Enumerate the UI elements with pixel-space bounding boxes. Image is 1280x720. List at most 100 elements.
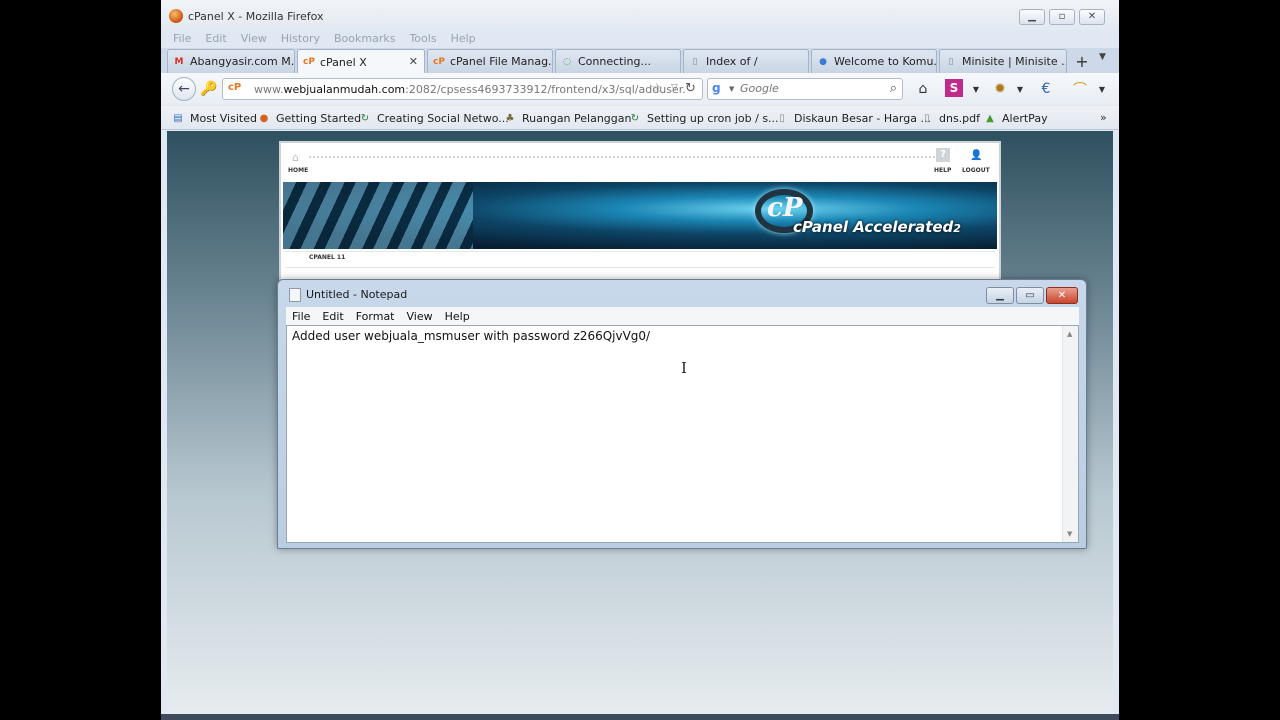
notepad-window-controls: ▁ ▭ ✕	[986, 287, 1078, 304]
url-path: :2082/cpsess4693733912/frontend/x3/sql/a…	[405, 83, 686, 96]
menu-file[interactable]: File	[173, 32, 191, 45]
menu-edit[interactable]: Edit	[205, 32, 226, 45]
home-icon[interactable]: ⌂	[912, 79, 934, 99]
menu-history[interactable]: History	[281, 32, 320, 45]
stumbleupon-icon[interactable]: S	[945, 79, 963, 97]
search-icon[interactable]: ⌕	[890, 81, 897, 96]
page-icon: ▯	[948, 56, 954, 67]
navigation-toolbar: ← 🔑 cP www.webjualanmudah.com:2082/cpses…	[161, 73, 1119, 105]
tab-label: Abangyasir.com M...	[190, 55, 295, 68]
loading-icon: ◌	[563, 56, 571, 67]
notepad-window[interactable]: Untitled - Notepad ▁ ▭ ✕ File Edit Forma…	[277, 279, 1087, 549]
close-button[interactable]: ✕	[1079, 9, 1105, 25]
notepad-text-content[interactable]: Added user webjuala_msmuser with passwor…	[292, 329, 650, 343]
tab-minisite[interactable]: ▯ Minisite | Minisite ...	[939, 49, 1067, 73]
notepad-text-area[interactable]: Added user webjuala_msmuser with passwor…	[286, 325, 1079, 543]
notepad-scrollbar[interactable]: ▲ ▼	[1062, 326, 1078, 542]
gear-icon[interactable]: ✹	[989, 79, 1011, 99]
minimize-icon: ▁	[1028, 11, 1036, 22]
notepad-menu-help[interactable]: Help	[445, 310, 470, 323]
notepad-maximize-button[interactable]: ▭	[1016, 287, 1044, 304]
bookmark-label: Ruangan Pelanggan	[522, 111, 632, 125]
bookmark-creating-social-network[interactable]: ↻ Creating Social Netwo...	[358, 111, 509, 125]
page-icon: ▯	[692, 56, 698, 67]
tab-welcome-komu[interactable]: ● Welcome to Komu...	[811, 49, 937, 73]
bookmarks-overflow-button[interactable]: »	[1100, 111, 1107, 124]
back-button[interactable]: ←	[172, 77, 196, 101]
close-icon: ✕	[1087, 11, 1097, 22]
notepad-menu-file[interactable]: File	[292, 310, 310, 323]
close-icon: ✕	[1057, 290, 1067, 301]
notepad-title: Untitled - Notepad	[306, 288, 408, 301]
notepad-menu-format[interactable]: Format	[356, 310, 395, 323]
help-icon[interactable]: ?	[936, 148, 950, 162]
search-bar[interactable]: g ▼ ⌕	[707, 78, 903, 100]
bookmark-getting-started[interactable]: ● Getting Started	[257, 111, 361, 125]
cpanel-top-nav: ⌂ HOME ? HELP 👤 LOGOUT	[285, 147, 995, 181]
minimize-button[interactable]: ▁	[1019, 9, 1045, 25]
text-cursor-icon: I	[681, 359, 687, 377]
rainbow-icon[interactable]: ⌒	[1069, 79, 1091, 99]
new-tab-button[interactable]: +	[1071, 51, 1093, 71]
alertpay-icon: ▲	[986, 112, 994, 124]
notepad-close-button[interactable]: ✕	[1046, 287, 1078, 304]
tab-cpanel-x[interactable]: cP cPanel X ✕	[297, 49, 425, 74]
notepad-menu-edit[interactable]: Edit	[322, 310, 343, 323]
addon-dropdown-icon[interactable]: ▼	[965, 79, 987, 99]
menu-view[interactable]: View	[241, 32, 267, 45]
google-icon[interactable]: g	[712, 81, 728, 97]
bookmark-ruangan-pelanggan[interactable]: ♣ Ruangan Pelanggan	[503, 111, 632, 125]
tab-label: cPanel X	[320, 55, 367, 69]
home-icon[interactable]: ⌂	[292, 151, 299, 164]
banner-cables-graphic	[283, 182, 473, 249]
help-link[interactable]: HELP	[934, 167, 951, 174]
menu-tools[interactable]: Tools	[409, 32, 436, 45]
search-engine-dropdown-icon[interactable]: ▼	[729, 85, 734, 93]
star-icon[interactable]: ☆	[651, 81, 663, 96]
menu-bookmarks[interactable]: Bookmarks	[334, 32, 395, 45]
scroll-up-icon[interactable]: ▲	[1067, 330, 1072, 338]
bookmark-setting-up-cron[interactable]: ↻ Setting up cron job / s...	[628, 111, 779, 125]
addon-dropdown-icon[interactable]: ▼	[1091, 79, 1113, 99]
scroll-down-icon[interactable]: ▼	[1067, 530, 1072, 538]
cpanel-icon: cP	[433, 56, 445, 67]
url-dropdown-icon[interactable]: ▽	[671, 83, 678, 93]
logout-icon[interactable]: 👤	[970, 150, 982, 161]
cpanel-icon: cP	[303, 57, 315, 67]
bookmark-alertpay[interactable]: ▲ AlertPay	[983, 111, 1047, 125]
currency-icon[interactable]: €	[1035, 79, 1057, 99]
menu-help[interactable]: Help	[451, 32, 476, 45]
page-icon: ▯	[779, 112, 785, 124]
notepad-menu-view[interactable]: View	[407, 310, 433, 323]
bookmark-most-visited[interactable]: ▤ Most Visited	[171, 111, 257, 125]
window-title: cPanel X - Mozilla Firefox	[188, 10, 324, 23]
cpanel-icon: cP	[228, 82, 242, 93]
cpanel-logo-text: cPanel Accelerated2	[793, 218, 961, 236]
key-icon[interactable]: 🔑	[200, 81, 217, 97]
reload-icon[interactable]: ↻	[685, 81, 696, 96]
notepad-minimize-button[interactable]: ▁	[986, 287, 1014, 304]
tab-cpanel-file-manager[interactable]: cP cPanel File Manag...	[427, 49, 553, 73]
bookmark-diskaun-besar[interactable]: ▯ Diskaun Besar - Harga ...	[775, 111, 931, 125]
notepad-menu-bar: File Edit Format View Help	[286, 307, 1079, 325]
bookmark-dns-pdf[interactable]: ▯ dns.pdf	[920, 111, 980, 125]
maximize-icon: ▫	[1058, 11, 1066, 22]
bookmark-label: Most Visited	[190, 111, 257, 125]
tab-abangyasir[interactable]: M Abangyasir.com M...	[167, 49, 295, 73]
tab-index-of[interactable]: ▯ Index of /	[683, 49, 809, 73]
tab-list-icon[interactable]: ▼	[1099, 52, 1106, 62]
search-input[interactable]	[740, 82, 880, 95]
tab-connecting[interactable]: ◌ Connecting...	[555, 49, 681, 73]
addon-dropdown-icon[interactable]: ▼	[1009, 79, 1031, 99]
maximize-button[interactable]: ▫	[1049, 9, 1075, 25]
status-bar	[161, 714, 1119, 720]
home-link[interactable]: HOME	[288, 167, 308, 174]
url-bar[interactable]: cP www.webjualanmudah.com:2082/cpsess469…	[222, 78, 703, 100]
firefox-icon	[169, 9, 183, 23]
logout-link[interactable]: LOGOUT	[962, 167, 990, 174]
bookmark-label: Creating Social Netwo...	[377, 111, 509, 125]
url-text[interactable]: www.webjualanmudah.com:2082/cpsess469373…	[254, 83, 686, 96]
divider	[309, 156, 939, 158]
notepad-icon	[289, 288, 301, 302]
close-tab-icon[interactable]: ✕	[409, 55, 418, 68]
